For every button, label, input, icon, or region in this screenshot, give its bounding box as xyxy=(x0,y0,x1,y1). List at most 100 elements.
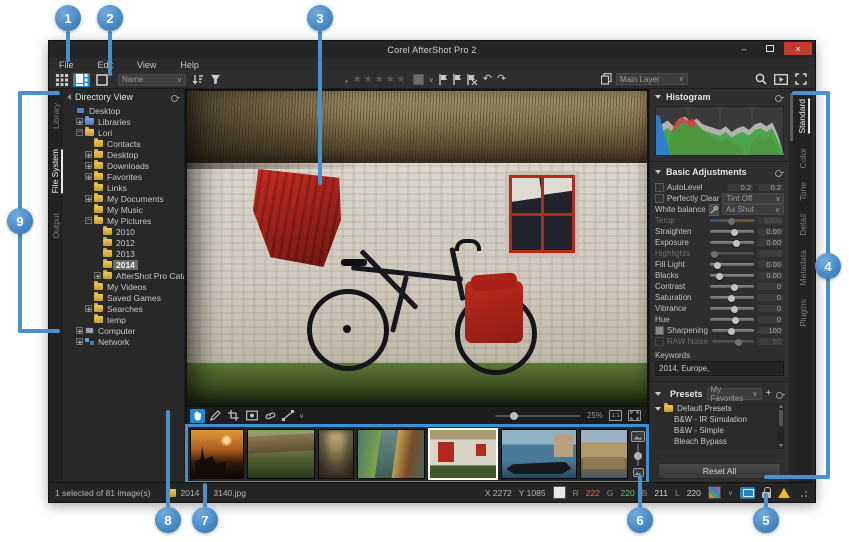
thumbnail-gondola[interactable] xyxy=(501,429,577,479)
histogram-header[interactable]: Histogram xyxy=(650,89,789,104)
layer-dropdown[interactable]: Main Layer xyxy=(616,73,688,85)
collapse-panel-icon[interactable] xyxy=(67,94,71,100)
thumbnail-size-slider[interactable] xyxy=(637,444,639,466)
tree-item-2010[interactable]: 2010 xyxy=(63,226,184,237)
straighten-slider[interactable] xyxy=(710,226,754,237)
star-rating[interactable]: ★★★★★ xyxy=(353,74,408,85)
rating-dot-icon[interactable] xyxy=(345,71,348,89)
redo-button[interactable]: ↷ xyxy=(497,74,506,85)
tree-item-2013[interactable]: 2013 xyxy=(63,248,184,259)
presets-header[interactable]: Presets My Favorites + xyxy=(650,386,789,401)
keywords-field[interactable]: 2014, Europe, xyxy=(655,361,784,376)
tab-tone[interactable]: Tone xyxy=(798,182,808,200)
slider-handle[interactable] xyxy=(714,262,721,269)
slider-handle[interactable] xyxy=(728,295,735,302)
temp-slider[interactable] xyxy=(710,215,754,226)
autolevel-value-2[interactable]: 0.2 xyxy=(757,183,784,192)
tree-item-desktop[interactable]: Desktop xyxy=(63,105,184,116)
crop-tool-button[interactable] xyxy=(226,409,241,423)
autolevel-value-1[interactable]: 0.2 xyxy=(727,183,754,192)
raw-noise-checkbox[interactable] xyxy=(655,337,664,346)
flag-reject-button[interactable] xyxy=(453,74,462,85)
presets-scrollbar[interactable] xyxy=(778,403,784,449)
vibrance-slider[interactable] xyxy=(710,303,754,314)
slider-handle[interactable] xyxy=(731,229,738,236)
sharpening-checkbox[interactable] xyxy=(655,326,664,335)
thumbnail-cottage-bicycle-selected[interactable] xyxy=(428,428,498,480)
slider-handle[interactable] xyxy=(732,317,739,324)
tree-item-my-videos[interactable]: My Videos xyxy=(63,281,184,292)
tree-item-downloads[interactable]: Downloads xyxy=(63,160,184,171)
add-preset-button[interactable]: + xyxy=(766,389,772,399)
thumbnail-floating-market[interactable] xyxy=(357,429,425,479)
tree-item-2014-selected[interactable]: 2014 xyxy=(63,259,184,270)
close-button[interactable]: × xyxy=(784,42,812,55)
redeye-tool-button[interactable] xyxy=(244,409,259,423)
preset-folder-row[interactable]: Default Presets xyxy=(655,403,784,414)
slider-handle[interactable] xyxy=(731,306,738,313)
tab-library[interactable]: Library xyxy=(51,103,61,129)
thumbnail-view-button[interactable] xyxy=(53,73,70,87)
contrast-value[interactable]: 0 xyxy=(757,282,784,291)
slider-handle[interactable] xyxy=(716,273,723,280)
basic-adjustments-header[interactable]: Basic Adjustments xyxy=(650,164,789,179)
collapse-triangle-icon[interactable] xyxy=(655,392,661,396)
white-balance-dropdown[interactable]: As Shot xyxy=(722,204,784,215)
slider-handle[interactable] xyxy=(728,218,735,225)
tab-output[interactable]: Output xyxy=(51,213,61,239)
chevron-down-icon[interactable] xyxy=(299,412,304,420)
collapse-triangle-icon[interactable] xyxy=(655,170,661,174)
expand-icon[interactable] xyxy=(85,305,92,312)
preset-item-clipped[interactable]: Blue Filter xyxy=(655,447,784,449)
sharpening-value[interactable]: 100 xyxy=(757,326,784,335)
pan-tool-button[interactable] xyxy=(190,409,205,423)
expand-icon[interactable] xyxy=(76,338,83,345)
tree-item-desktop-sub[interactable]: Desktop xyxy=(63,149,184,160)
raw-noise-value[interactable]: 50 xyxy=(757,337,784,346)
tree-item-temp[interactable]: temp xyxy=(63,314,184,325)
slider-handle[interactable] xyxy=(731,284,738,291)
perfectly-clear-dropdown[interactable]: Tint Off xyxy=(722,193,784,204)
tab-standard[interactable]: Standard xyxy=(797,99,810,134)
tree-item-network[interactable]: Network xyxy=(63,336,184,347)
perfectly-clear-checkbox[interactable] xyxy=(655,194,664,203)
expand-icon[interactable] xyxy=(76,327,83,334)
saturation-slider[interactable] xyxy=(710,292,754,303)
pin-icon[interactable] xyxy=(775,167,784,176)
flag-clear-button[interactable] xyxy=(467,74,478,85)
sort-direction-button[interactable] xyxy=(192,74,203,85)
tab-plugins[interactable]: Plugins xyxy=(798,299,808,327)
search-button[interactable] xyxy=(755,73,767,85)
raw-noise-slider[interactable] xyxy=(712,336,754,347)
tree-item-searches[interactable]: Searches xyxy=(63,303,184,314)
expand-icon[interactable] xyxy=(94,272,101,279)
preset-item[interactable]: B&W - IR Simulation xyxy=(655,414,784,425)
tree-item-my-music[interactable]: My Music xyxy=(63,204,184,215)
tree-item-my-pictures[interactable]: My Pictures xyxy=(63,215,184,226)
minimize-button[interactable]: – xyxy=(732,42,756,55)
main-photo[interactable] xyxy=(187,91,647,405)
highlights-slider[interactable] xyxy=(710,248,754,259)
tree-item-favorites[interactable]: Favorites xyxy=(63,171,184,182)
zoom-slider[interactable] xyxy=(495,415,581,417)
flag-pick-button[interactable] xyxy=(439,74,448,85)
exposure-value[interactable]: 0.00 xyxy=(757,238,784,247)
fill-light-slider[interactable] xyxy=(710,259,754,270)
pin-icon[interactable] xyxy=(775,92,784,101)
tree-item-links[interactable]: Links xyxy=(63,182,184,193)
blacks-value[interactable]: 0.00 xyxy=(757,271,784,280)
chevron-down-icon[interactable] xyxy=(728,489,733,497)
expand-icon[interactable] xyxy=(85,162,92,169)
slider-handle[interactable] xyxy=(711,251,718,258)
preset-item[interactable]: Bleach Bypass xyxy=(655,436,784,447)
pin-icon[interactable] xyxy=(171,92,180,101)
tab-color[interactable]: Color xyxy=(798,148,808,168)
scroll-down-icon[interactable] xyxy=(779,444,783,448)
actual-size-button[interactable]: 1:1 xyxy=(609,410,622,421)
thumbnail-sunset-mosque[interactable] xyxy=(190,429,244,479)
exposure-slider[interactable] xyxy=(710,237,754,248)
tree-item-lori[interactable]: Lori xyxy=(63,127,184,138)
collapse-triangle-icon[interactable] xyxy=(655,407,661,411)
scroll-up-icon[interactable] xyxy=(779,404,783,408)
tab-metadata[interactable]: Metadata xyxy=(798,250,808,285)
